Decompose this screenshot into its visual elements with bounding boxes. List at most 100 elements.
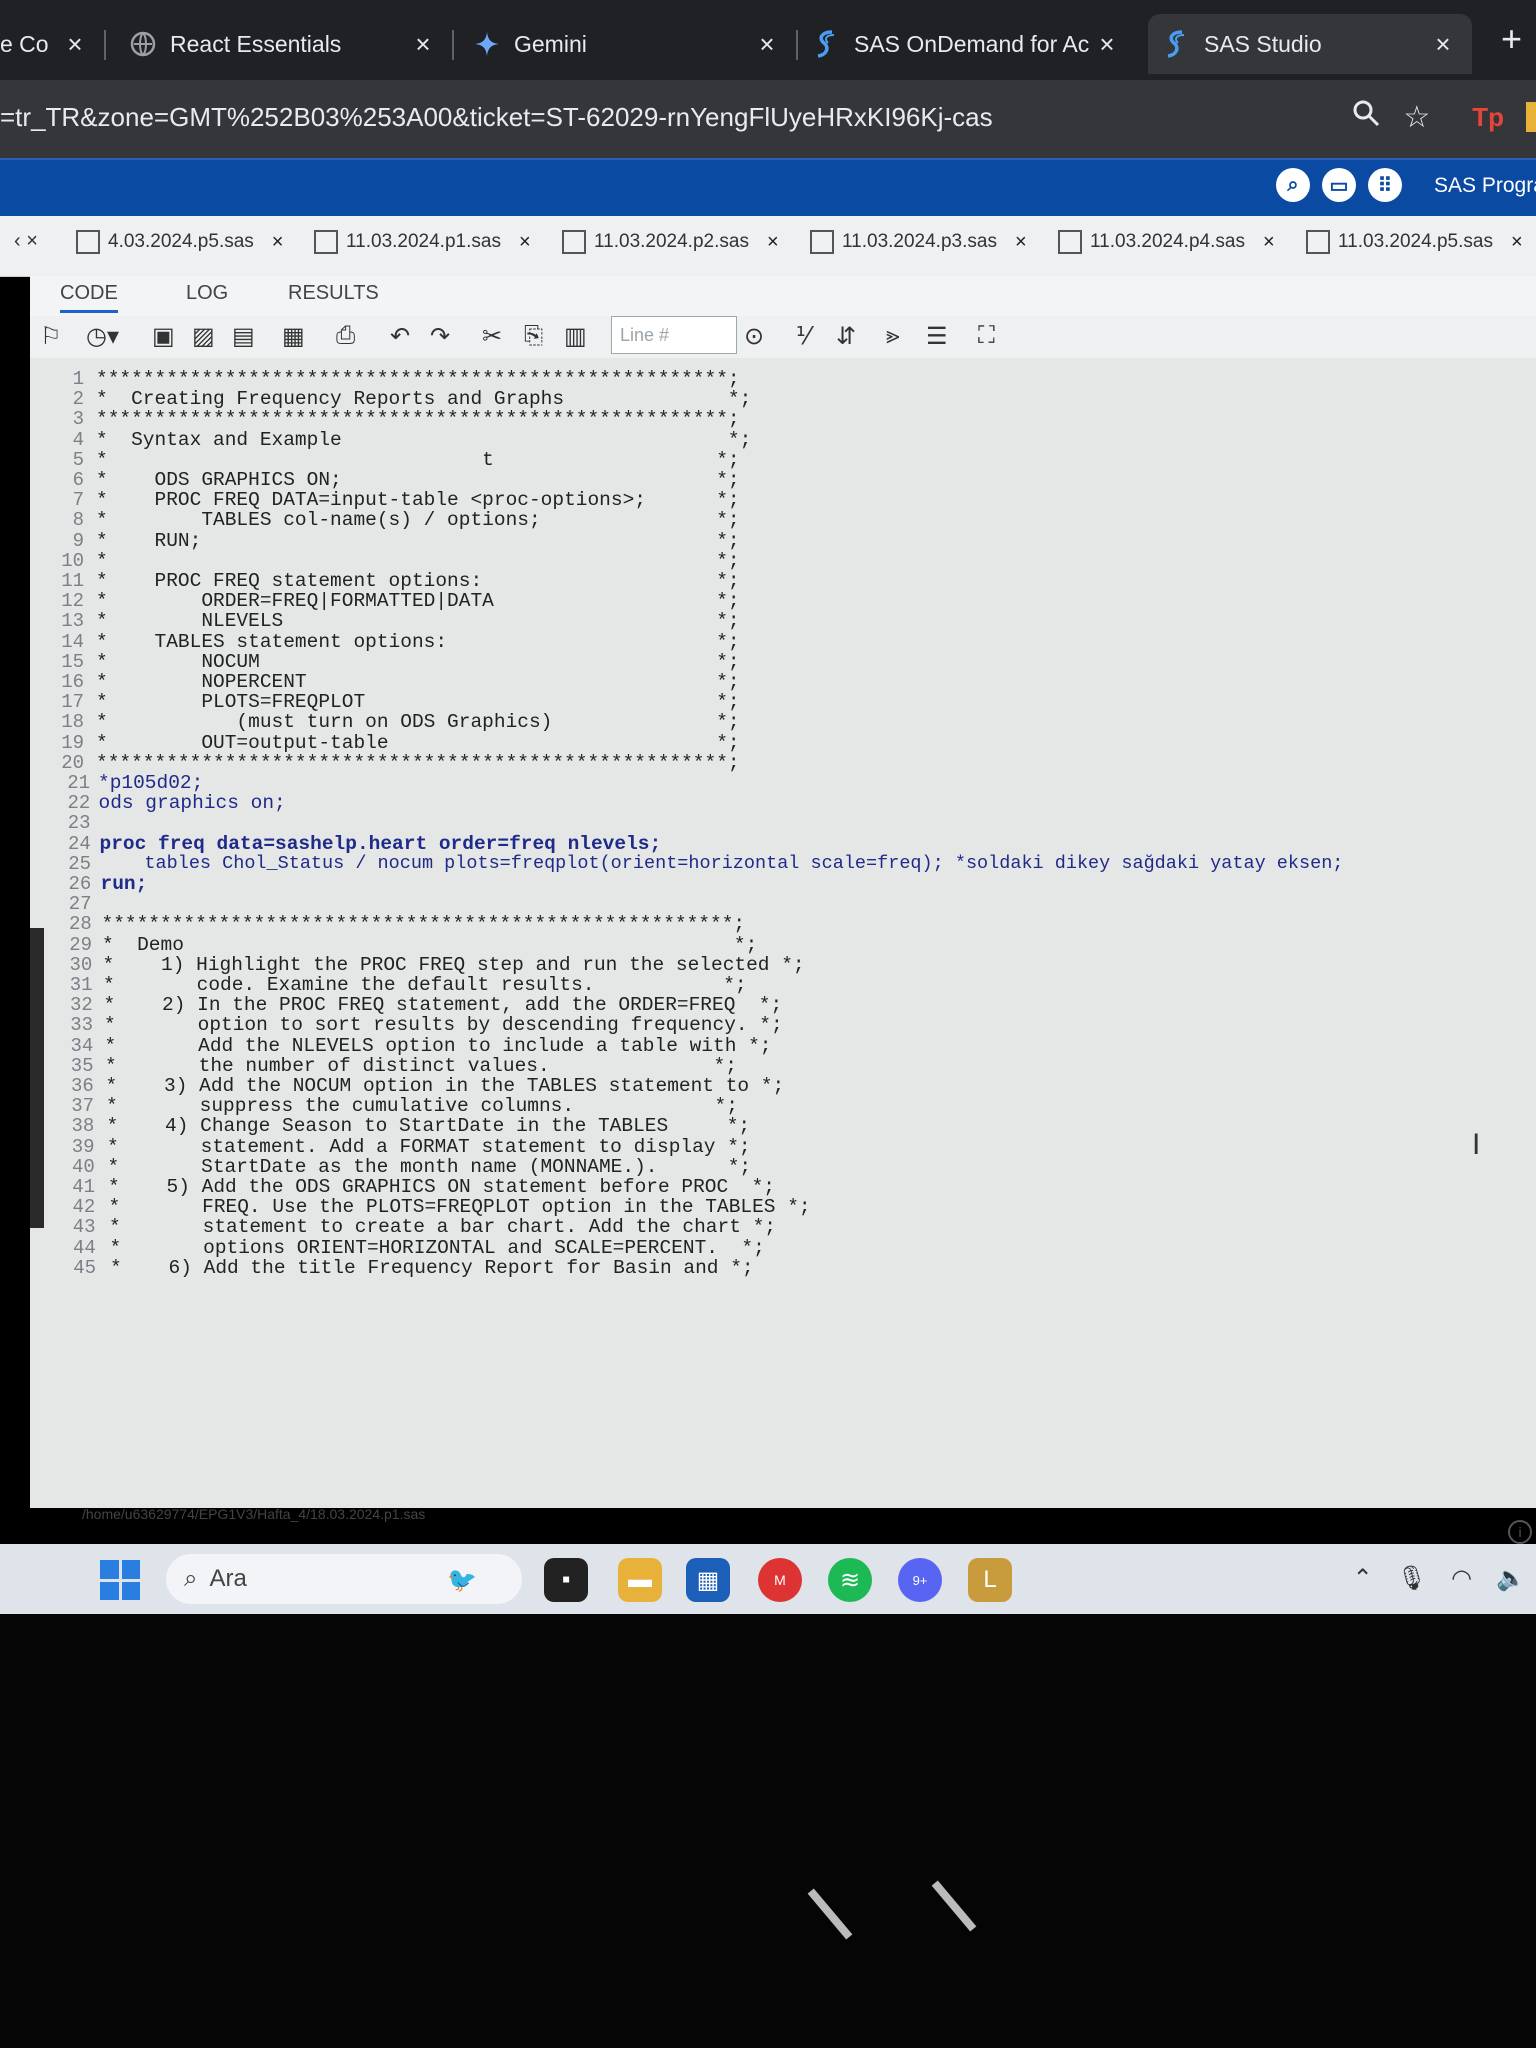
file-tab-active[interactable]: 11.03.2024.p5.sas × <box>1306 230 1523 254</box>
history-icon[interactable]: ◷▾ <box>86 322 119 351</box>
browser-tab-1[interactable]: e Co × <box>0 14 90 74</box>
tab-results[interactable]: RESULTS <box>288 282 379 305</box>
line-number: 28 <box>68 913 92 936</box>
file-tab[interactable]: 11.03.2024.p4.sas × <box>1058 230 1275 254</box>
run-icon[interactable]: ⚐ <box>40 322 62 351</box>
zoom-search-icon[interactable] <box>1351 98 1381 136</box>
close-icon[interactable]: × <box>1428 29 1458 60</box>
task-view-icon[interactable]: ▪ <box>544 1558 588 1602</box>
file-tab[interactable]: 11.03.2024.p3.sas × <box>810 230 1027 254</box>
code-editor[interactable]: 1 ***************************************… <box>30 358 1536 1508</box>
code-line: * PLOTS=FREQPLOT *; <box>96 691 740 714</box>
comment-toggle-icon[interactable]: ⅟ <box>796 322 810 351</box>
copy-icon[interactable]: ⎘ <box>524 322 543 350</box>
close-icon[interactable]: × <box>1263 231 1275 254</box>
file-tab[interactable]: 11.03.2024.p1.sas × <box>314 230 531 254</box>
save-icon[interactable]: ▣ <box>152 322 175 351</box>
file-tab-label: 4.03.2024.p5.sas <box>108 231 254 252</box>
line-number: 33 <box>70 1014 93 1037</box>
tab-log[interactable]: LOG <box>186 282 228 305</box>
info-icon[interactable]: i <box>1508 1520 1532 1544</box>
close-icon[interactable]: × <box>519 231 531 254</box>
search-icon[interactable]: ⌕ <box>1276 168 1310 202</box>
extension-icon[interactable] <box>1526 102 1536 132</box>
close-icon[interactable]: × <box>767 231 779 254</box>
code-line: * statement to create a bar chart. Add t… <box>109 1216 777 1239</box>
code-line: * FREQ. Use the PLOTS=FREQPLOT option in… <box>108 1196 811 1219</box>
line-number: 10 <box>61 549 84 572</box>
format-code-icon[interactable]: ⇵ <box>836 322 856 351</box>
file-tab-label: 11.03.2024.p5.sas <box>1338 231 1493 252</box>
maximize-icon[interactable]: ⛶ <box>978 322 995 350</box>
editor-view-tabs: CODE LOG RESULTS <box>30 276 1536 316</box>
line-number: 8 <box>72 509 84 532</box>
file-tab[interactable]: 4.03.2024.p5.sas × <box>76 230 283 254</box>
file-tab[interactable]: 11.03.2024.p2.sas × <box>562 230 779 254</box>
undo-icon[interactable]: ↶ <box>390 322 410 351</box>
tab-scroll-left-icon[interactable]: ‹ × <box>14 230 38 253</box>
volume-icon[interactable]: 🔈 <box>1496 1564 1526 1593</box>
tab-title: React Essentials <box>170 30 342 57</box>
line-number: 38 <box>71 1115 95 1138</box>
folder-icon[interactable]: ▭ <box>1322 168 1356 202</box>
close-icon[interactable]: × <box>272 231 284 254</box>
microsoft-store-icon[interactable]: ▦ <box>686 1558 730 1602</box>
export-icon[interactable]: ▦ <box>282 322 305 351</box>
line-number: 13 <box>61 610 84 633</box>
screen-glare <box>807 1888 853 1940</box>
close-icon[interactable]: × <box>1511 231 1523 254</box>
line-number: 40 <box>71 1155 95 1178</box>
open-icon[interactable]: ▤ <box>232 322 255 351</box>
code-line: * 6) Add the title Frequency Report for … <box>110 1256 754 1279</box>
wifi-icon[interactable]: ◠ <box>1451 1564 1472 1593</box>
redo-icon[interactable]: ↷ <box>430 322 450 351</box>
snippet-icon[interactable]: ⪢ <box>886 322 900 350</box>
go-to-line-icon[interactable]: ⊙ <box>744 322 764 351</box>
microphone-icon[interactable]: 🎙 <box>1397 1564 1427 1593</box>
file-tab-label: 11.03.2024.p4.sas <box>1090 231 1245 252</box>
code-line: *p105d02; <box>98 772 204 794</box>
code-line: * suppress the cumulative columns. *; <box>106 1095 738 1118</box>
birds-widget-icon[interactable]: 🐦 <box>440 1558 484 1602</box>
close-icon[interactable]: × <box>752 29 782 60</box>
league-of-legends-icon[interactable]: L <box>968 1558 1012 1602</box>
spotify-icon[interactable]: ≋ <box>828 1558 872 1602</box>
tab-code[interactable]: CODE <box>60 282 118 313</box>
line-number: 14 <box>61 630 84 653</box>
extension-tp-icon[interactable]: Tp <box>1472 102 1504 133</box>
tab-title: Gemini <box>514 30 587 57</box>
close-icon[interactable]: × <box>1015 231 1027 254</box>
new-tab-button[interactable]: + <box>1501 18 1522 60</box>
close-icon[interactable]: × <box>408 29 438 60</box>
browser-tab-sas-ondemand[interactable]: SAS OnDemand for Ac × <box>812 14 1122 74</box>
line-number: 17 <box>61 691 84 714</box>
cut-icon[interactable]: ✂ <box>482 322 502 351</box>
code-line: * TABLES statement options: *; <box>96 630 740 653</box>
code-line: * ODS GRAPHICS ON; *; <box>96 469 740 491</box>
tab-divider <box>104 30 106 60</box>
line-number-input[interactable]: Line # <box>611 316 737 354</box>
paste-icon[interactable]: ▥ <box>564 322 587 351</box>
browser-tab-gemini[interactable]: Gemini × <box>472 14 782 74</box>
sas-programmer-label[interactable]: SAS Progra <box>1434 174 1536 198</box>
browser-tab-react-essentials[interactable]: React Essentials × <box>128 14 438 74</box>
print-icon[interactable]: ⎙ <box>336 322 355 350</box>
bookmark-star-icon[interactable]: ☆ <box>1403 100 1430 135</box>
close-icon[interactable]: × <box>1092 29 1122 60</box>
line-number: 42 <box>72 1196 96 1219</box>
apps-grid-icon[interactable]: ⠿ <box>1368 168 1402 202</box>
save-as-icon[interactable]: ▨ <box>192 322 215 351</box>
browser-tab-sas-studio[interactable]: SAS Studio × <box>1148 14 1472 74</box>
code-line: ****************************************… <box>96 368 740 390</box>
code-line: * the number of distinct values. *; <box>105 1054 737 1077</box>
windows-start-icon[interactable] <box>100 1560 140 1600</box>
screen-bezel <box>0 1614 1536 2048</box>
discord-icon[interactable]: 9+ <box>898 1558 942 1602</box>
file-explorer-icon[interactable]: ▬ <box>618 1558 662 1602</box>
close-icon[interactable]: × <box>60 29 90 60</box>
options-list-icon[interactable]: ☰ <box>926 322 948 351</box>
code-line: tables Chol_Status / nocum plots=freqplo… <box>100 852 1344 874</box>
chrome-icon[interactable]: M <box>758 1558 802 1602</box>
chevron-up-icon[interactable]: ⌃ <box>1353 1564 1373 1593</box>
url-field[interactable]: =tr_TR&zone=GMT%252B03%253A00&ticket=ST-… <box>0 102 993 133</box>
